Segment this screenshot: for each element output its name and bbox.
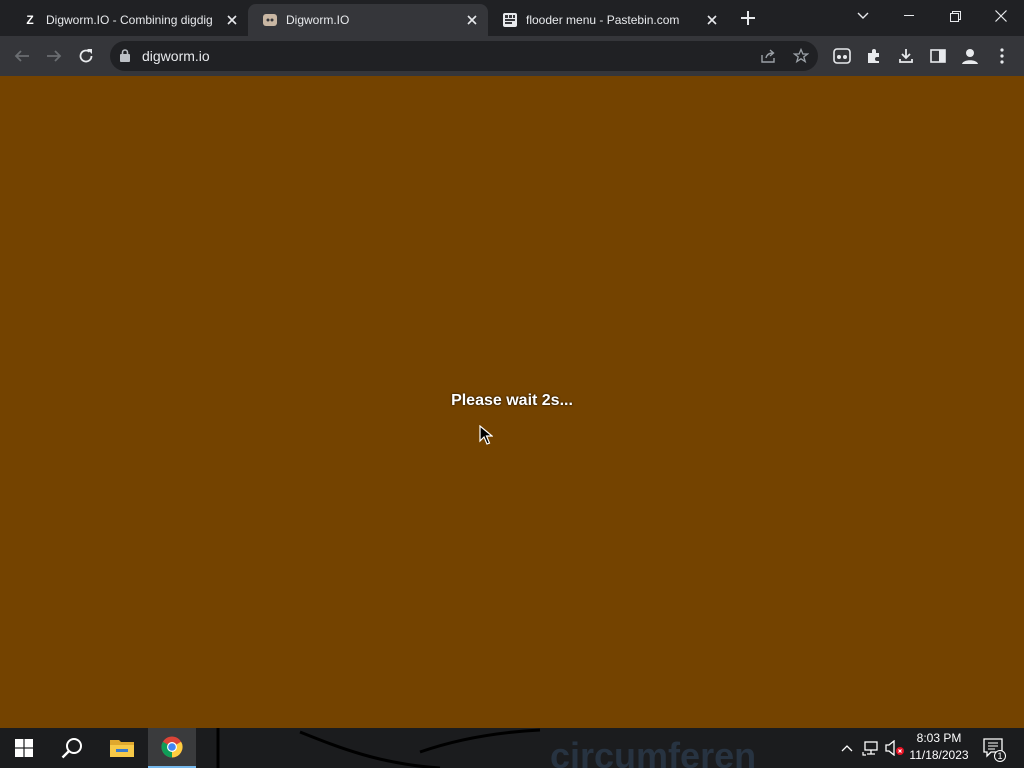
side-panel-icon: [930, 49, 946, 63]
digworm-icon: [262, 12, 278, 28]
svg-text:circumferen: circumferen: [550, 735, 756, 768]
file-explorer-button[interactable]: [98, 728, 146, 768]
address-bar[interactable]: digworm.io: [110, 41, 818, 71]
loading-message: Please wait 2s...: [451, 392, 573, 409]
tab-title: Digworm.IO: [286, 13, 350, 27]
search-icon: [61, 738, 82, 759]
tab-search-button[interactable]: [840, 0, 886, 32]
back-button[interactable]: [8, 42, 36, 70]
close-icon[interactable]: [704, 12, 720, 28]
close-icon[interactable]: [464, 12, 480, 28]
tab-pastebin[interactable]: flooder menu - Pastebin.com: [488, 4, 728, 36]
close-icon: [995, 10, 1007, 22]
notification-count-badge: 1: [994, 750, 1006, 762]
notification-center-button[interactable]: 1: [980, 728, 1008, 768]
chrome-menu-button[interactable]: [988, 42, 1016, 70]
profile-icon: [962, 49, 978, 64]
tab-strip: Z Digworm.IO - Combining digdig Digworm.…: [0, 0, 1024, 36]
reload-button[interactable]: [72, 42, 100, 70]
volume-muted-icon: [885, 740, 904, 756]
chrome-taskbar-button[interactable]: [148, 728, 196, 768]
lock-icon[interactable]: [120, 49, 130, 67]
downloads-button[interactable]: [892, 42, 920, 70]
puzzle-icon: [868, 49, 879, 63]
url-text[interactable]: digworm.io: [142, 48, 210, 64]
windows-start-icon: [15, 739, 33, 757]
kebab-menu-icon: [1000, 48, 1004, 64]
profile-button[interactable]: [956, 42, 984, 70]
browser-toolbar: digworm.io: [0, 36, 1024, 76]
clock-date: 11/18/2023: [909, 748, 969, 762]
wallpaper-peek: circumferen: [216, 728, 756, 768]
system-clock[interactable]: 8:03 PM 11/18/2023: [905, 730, 973, 764]
extension-mask-icon: [833, 48, 851, 64]
tab-digworm[interactable]: Digworm.IO: [248, 4, 488, 36]
windows-taskbar: circumferen 8:03 PM 11/18/2023 1: [0, 728, 1024, 768]
forward-arrow-icon: [47, 50, 62, 62]
tab-title: flooder menu - Pastebin.com: [526, 13, 680, 27]
close-icon[interactable]: [224, 12, 240, 28]
new-tab-button[interactable]: [736, 6, 760, 30]
back-arrow-icon: [14, 50, 29, 62]
tab-digworm-combining[interactable]: Z Digworm.IO - Combining digdig: [8, 4, 248, 36]
extensions-menu-button[interactable]: [860, 42, 888, 70]
restore-icon: [949, 10, 961, 22]
minimize-button[interactable]: [886, 0, 932, 32]
star-icon: [793, 48, 809, 64]
side-panel-button[interactable]: [924, 42, 952, 70]
show-hidden-icons-button[interactable]: [838, 728, 856, 768]
minimize-icon: [904, 15, 914, 16]
volume-button[interactable]: [884, 728, 906, 768]
pastebin-icon: [502, 12, 518, 28]
restore-button[interactable]: [932, 0, 978, 32]
tab-title: Digworm.IO - Combining digdig: [46, 13, 213, 27]
chevron-up-icon: [841, 745, 853, 752]
extension-button[interactable]: [828, 42, 856, 70]
file-explorer-icon: [110, 740, 134, 757]
mouse-cursor-icon: [479, 425, 493, 445]
share-button[interactable]: [758, 45, 780, 67]
chevron-down-icon: [857, 12, 869, 19]
page-viewport[interactable]: Please wait 2s...: [0, 76, 1024, 728]
network-button[interactable]: [860, 728, 882, 768]
download-icon: [899, 49, 913, 63]
clock-time: 8:03 PM: [916, 731, 962, 745]
reload-icon: [79, 49, 93, 63]
bookmark-button[interactable]: [790, 45, 812, 67]
chrome-icon: [161, 736, 183, 758]
start-button[interactable]: [0, 728, 48, 768]
close-window-button[interactable]: [978, 0, 1024, 32]
taskbar-search-button[interactable]: [48, 728, 96, 768]
letter-z-icon: Z: [26, 13, 34, 27]
network-icon: [862, 741, 878, 756]
forward-button[interactable]: [40, 42, 68, 70]
share-icon: [761, 49, 775, 63]
